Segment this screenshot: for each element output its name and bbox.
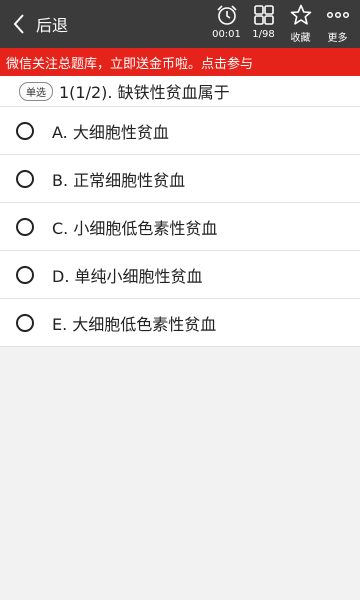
toolbar-actions: 00:01 1/98 收藏 更多	[208, 0, 356, 48]
radio-circle-icon[interactable]	[16, 217, 34, 236]
option-b[interactable]: B. 正常细胞性贫血	[0, 155, 360, 203]
option-label: D. 单纯小细胞性贫血	[52, 266, 203, 286]
answer-options: A. 大细胞性贫血 B. 正常细胞性贫血 C. 小细胞低色素性贫血 D. 单纯小…	[0, 106, 360, 347]
more-dots-icon	[326, 11, 349, 19]
more-label: 更多	[327, 33, 348, 44]
timer-button[interactable]: 00:01	[208, 0, 245, 48]
question-header: 单选 1(1/2). 缺铁性贫血属于	[0, 76, 360, 106]
option-a[interactable]: A. 大细胞性贫血	[0, 107, 360, 155]
timer-text: 00:01	[212, 29, 241, 40]
back-button[interactable]: 后退	[0, 0, 68, 48]
favorite-button[interactable]: 收藏	[282, 0, 319, 48]
alarm-clock-icon	[216, 5, 237, 25]
option-label: B. 正常细胞性贫血	[52, 170, 186, 190]
option-e[interactable]: E. 大细胞低色素性贫血	[0, 299, 360, 347]
option-c[interactable]: C. 小细胞低色素性贫血	[0, 203, 360, 251]
option-label: E. 大细胞低色素性贫血	[52, 314, 217, 334]
star-icon	[290, 4, 311, 25]
option-label: C. 小细胞低色素性贫血	[52, 218, 218, 238]
progress-text: 1/98	[252, 29, 275, 40]
radio-circle-icon[interactable]	[16, 313, 34, 332]
option-label: A. 大细胞性贫血	[52, 122, 169, 142]
question-type-badge: 单选	[19, 81, 53, 101]
top-toolbar: 后退 00:01 1/98 收藏 更多	[0, 0, 360, 48]
more-button[interactable]: 更多	[319, 0, 356, 48]
radio-circle-icon[interactable]	[16, 265, 34, 284]
radio-circle-icon[interactable]	[16, 169, 34, 188]
option-d[interactable]: D. 单纯小细胞性贫血	[0, 251, 360, 299]
question-text: 1(1/2). 缺铁性贫血属于	[59, 83, 230, 102]
promo-banner[interactable]: 微信关注总题库，立即送金币啦。点击参与	[0, 48, 360, 76]
grid-icon	[253, 5, 274, 25]
chevron-left-icon	[13, 14, 24, 34]
favorite-label: 收藏	[290, 33, 311, 44]
radio-circle-icon[interactable]	[16, 121, 34, 140]
back-label: 后退	[36, 16, 69, 35]
question-grid-button[interactable]: 1/98	[245, 0, 282, 48]
promo-banner-text: 微信关注总题库，立即送金币啦。点击参与	[6, 56, 254, 72]
